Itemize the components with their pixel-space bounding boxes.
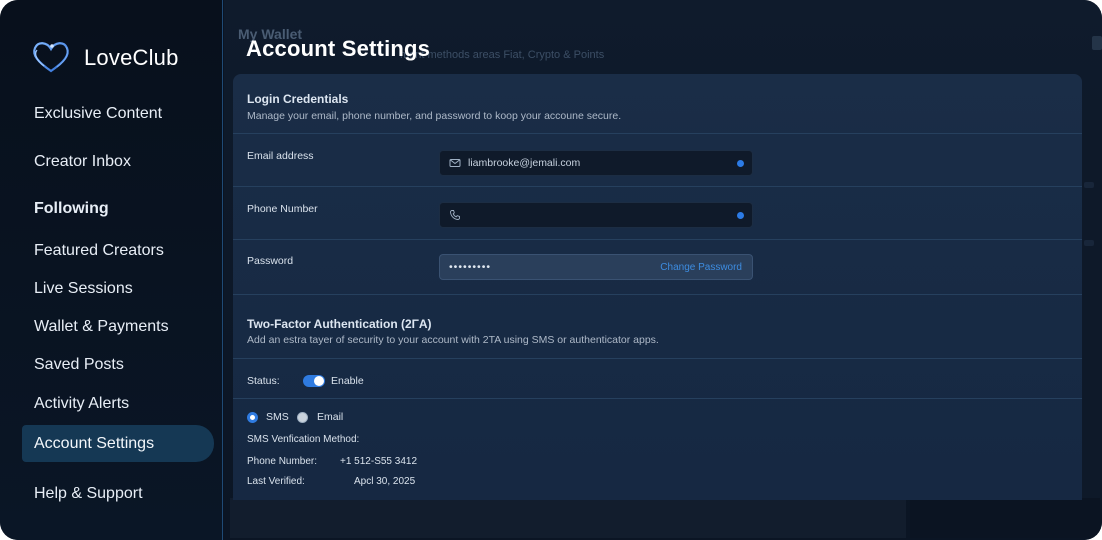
background-page-subtitle: ment methods areas Fiat, Crypto & Points — [400, 49, 605, 61]
sidebar-item-live-sessions[interactable]: Live Sessions — [22, 270, 214, 307]
twofa-status-value: Enable — [331, 375, 364, 387]
sidebar-item-wallet-payments[interactable]: Wallet & Payments — [22, 308, 214, 345]
login-section-title: Login Credentials — [247, 92, 349, 106]
background-panel — [230, 498, 906, 538]
last-verified-value: Apcl 30, 2025 — [354, 476, 416, 487]
twofa-section-description: Add an estra tayer of security to your a… — [247, 334, 659, 346]
phone-label: Phone Number — [247, 203, 318, 215]
background-panel-right — [910, 498, 1100, 538]
twofa-section-title: Two-Factor Authentication (2ΓA) — [247, 317, 432, 331]
twofa-status-label: Status: — [247, 375, 280, 387]
divider — [233, 186, 1082, 187]
change-password-link[interactable]: Change Password — [660, 262, 742, 273]
sidebar-item-saved-posts[interactable]: Saved Posts — [22, 346, 214, 383]
password-field[interactable]: ••••••••• Change Password — [439, 254, 753, 280]
divider — [233, 133, 1082, 134]
envelope-icon — [449, 159, 461, 167]
sidebar-item-help-support[interactable]: Help & Support — [22, 475, 214, 512]
password-label: Password — [247, 255, 294, 267]
login-section-description: Manage your email, phone number, and pas… — [247, 110, 622, 122]
email-field[interactable]: liambrooke@jemali.com — [439, 150, 753, 176]
sms-phone-label: Phone Number: — [247, 456, 318, 467]
sms-method-label: SMS Venfication Method: — [247, 434, 360, 445]
last-verified-label: Last Verified: — [247, 476, 305, 487]
background-tick — [1084, 182, 1094, 188]
sidebar-item-activity-alerts[interactable]: Activity Alerts — [22, 385, 214, 422]
background-right-column — [1082, 120, 1102, 500]
brand[interactable]: LoveClub — [30, 38, 179, 78]
divider — [233, 398, 1082, 399]
radio-sms[interactable] — [247, 412, 258, 423]
toggle-knob — [314, 376, 324, 386]
phone-field[interactable] — [439, 202, 753, 228]
sidebar-item-creator-inbox[interactable]: Creator Inbox — [22, 143, 214, 180]
sidebar-item-following[interactable]: Following — [22, 190, 214, 227]
radio-email-label: Email — [317, 411, 344, 423]
sms-phone-value: +1 512-S55 3412 — [340, 456, 418, 467]
background-tick — [1084, 240, 1094, 246]
divider — [233, 294, 1082, 295]
sidebar-item-account-settings[interactable]: Account Settings — [22, 425, 214, 462]
phone-icon — [450, 210, 460, 220]
sidebar: LoveClub Exclusive Content Creator Inbox… — [0, 0, 223, 540]
sidebar-item-exclusive-content[interactable]: Exclusive Content — [22, 95, 214, 132]
sidebar-item-featured-creators[interactable]: Featured Creators — [22, 232, 214, 269]
radio-email[interactable] — [297, 412, 308, 423]
status-dot-icon — [737, 212, 744, 219]
verified-dot-icon — [737, 160, 744, 167]
background-scroll-indicator — [1092, 36, 1102, 50]
radio-sms-label: SMS — [266, 411, 289, 423]
account-settings-card: Login Credentials Manage your email, pho… — [233, 74, 1082, 500]
divider — [233, 239, 1082, 240]
brand-name: LoveClub — [84, 45, 179, 70]
email-value: liambrooke@jemali.com — [468, 157, 581, 169]
divider — [233, 358, 1082, 359]
password-value: ••••••••• — [449, 261, 492, 273]
twofa-toggle[interactable] — [303, 375, 325, 387]
heart-logo-icon — [33, 42, 69, 73]
email-label: Email address — [247, 150, 314, 162]
page-title: Account Settings — [246, 36, 431, 61]
app-window: My Wallet ment methods areas Fiat, Crypt… — [0, 0, 1102, 540]
